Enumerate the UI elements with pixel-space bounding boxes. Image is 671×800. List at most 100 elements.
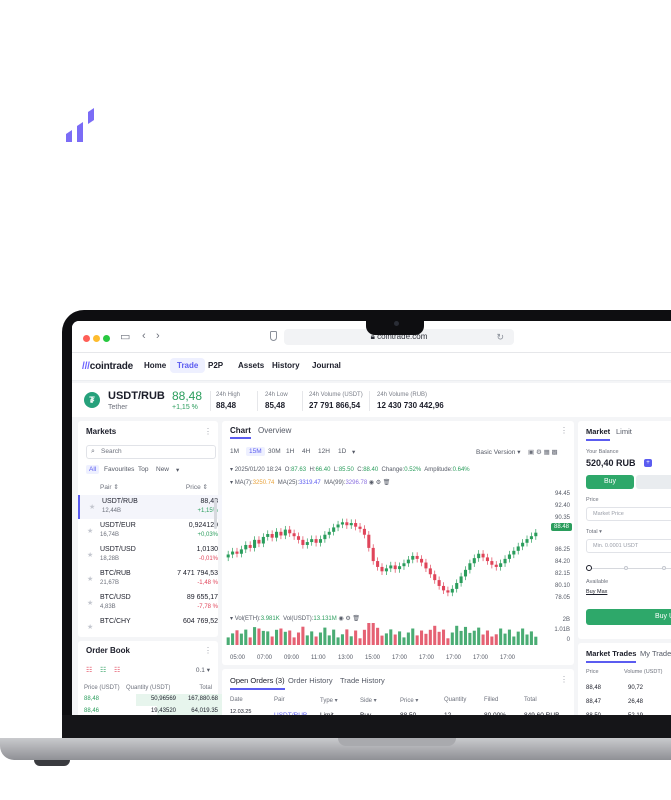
price-input[interactable]: Market Price [586,507,671,521]
candle[interactable] [235,551,239,554]
precision-select[interactable]: 0.1 ▾ [196,666,210,674]
candle[interactable] [503,558,507,564]
orders-col[interactable]: Price ▾ [400,697,418,704]
privacy-shield-icon[interactable] [270,331,277,341]
candle[interactable] [248,544,252,548]
market-row[interactable]: ★ BTC/RUB 21,67B 7 471 794,53 -1,48 % [78,567,224,591]
maximize-window-button[interactable] [103,335,110,342]
candle[interactable] [288,529,292,534]
sidebar-toggle-icon[interactable]: ▭ [120,330,130,343]
orders-col[interactable]: Quantity [444,697,466,703]
timeframe-1H[interactable]: 1H [286,448,294,455]
timeframe-30M[interactable]: 30M [268,448,281,455]
buy-max-link[interactable]: Buy Max [586,589,607,595]
timeframe-1D[interactable]: 1D [338,448,346,455]
orders-col[interactable]: Side ▾ [360,697,377,704]
candle[interactable] [455,583,459,589]
candle[interactable] [231,551,235,555]
col-price[interactable]: Price ⇕ [186,483,208,491]
tab-trade-history[interactable]: Trade History [340,676,385,685]
candle[interactable] [274,531,279,538]
candle[interactable] [376,561,380,567]
candle[interactable] [415,555,419,559]
chevron-down-icon[interactable]: ▾ [176,466,179,474]
volume-chart[interactable] [226,623,538,645]
candle[interactable] [433,574,437,581]
candle[interactable] [393,565,397,570]
book-bids-icon[interactable]: ☷ [100,666,106,674]
market-row[interactable]: ★ USDT/EUR 16,74B 0,924129 +0,03% [78,519,224,543]
candle[interactable] [525,539,529,543]
candle[interactable] [349,523,353,526]
candle[interactable] [301,539,305,545]
candle[interactable] [253,539,257,548]
candle[interactable] [463,569,468,577]
nav-assets[interactable]: Assets [238,361,264,370]
candle[interactable] [477,553,481,559]
candle[interactable] [257,539,261,544]
eye-icon[interactable]: ◉ ⚙ 🗑︎ [338,616,360,622]
candle[interactable] [398,566,402,570]
tab-market-trades[interactable]: Market Trades [586,649,637,663]
book-both-icon[interactable]: ☷ [86,666,92,674]
candle[interactable] [244,544,248,550]
star-icon[interactable]: ★ [89,503,95,511]
candle[interactable] [266,534,270,537]
nav-journal[interactable]: Journal [312,361,341,370]
candle[interactable] [323,534,327,540]
candle[interactable] [310,539,314,543]
star-icon[interactable]: ★ [87,575,93,583]
filter-top[interactable]: Top [138,466,148,473]
timeframe-15M[interactable]: 15M [246,447,265,456]
scrollbar[interactable] [214,499,217,529]
candle[interactable] [459,576,463,584]
candle[interactable] [283,529,287,536]
candle[interactable] [406,559,410,564]
close-window-button[interactable] [83,335,90,342]
candle[interactable] [261,536,265,544]
reload-icon[interactable]: ↻ [496,329,504,345]
back-arrow-icon[interactable]: ‹ [142,330,146,342]
tab-open-orders[interactable]: Open Orders (3) [230,676,285,690]
buy-side-button[interactable]: Buy [586,475,634,489]
forward-arrow-icon[interactable]: › [156,330,160,342]
star-icon[interactable]: ★ [87,599,93,607]
version-select[interactable]: Basic Version ▾ [476,448,520,456]
candle[interactable] [371,547,375,562]
brand-logo[interactable]: ///cointrade [82,361,133,372]
slider-mark[interactable] [662,566,666,570]
total-input[interactable]: Min. 0.0001 USDT [586,539,671,553]
candle[interactable] [389,565,393,569]
candle[interactable] [332,527,336,532]
orders-col[interactable]: Filled [484,697,498,703]
ticker-pair[interactable]: USDT/RUB [108,390,165,402]
candle[interactable] [472,558,476,564]
candle[interactable] [380,566,384,572]
candle[interactable] [384,568,388,572]
market-row[interactable]: ★ BTC/USD 4,83B 89 655,17 -7,78 % [78,591,224,615]
candle[interactable] [358,526,362,529]
more-icon[interactable]: ⋮ [204,646,212,655]
candlestick-chart[interactable] [226,489,538,609]
candle[interactable] [314,539,318,543]
candle[interactable] [446,590,450,593]
market-row[interactable]: ★ USDT/RUB 12,44B 88,48 +1,15% [78,495,224,519]
total-label[interactable]: Total ▾ [586,529,602,535]
more-icon[interactable]: ⋮ [560,675,568,684]
market-row[interactable]: ★ USDT/USD 18,28B 1,0130 -0,01% [78,543,224,567]
book-asks-icon[interactable]: ☷ [114,666,120,674]
nav-p2p[interactable]: P2P [208,361,223,370]
add-funds-icon[interactable]: + [644,459,652,467]
tab-chart[interactable]: Chart [230,426,251,439]
eye-icon[interactable]: ◉ ⚙ 🗑︎ [369,480,391,486]
candle[interactable] [305,542,309,545]
orders-col[interactable]: Type ▾ [320,697,338,704]
candle[interactable] [226,554,230,558]
star-icon[interactable]: ★ [87,551,93,559]
candle[interactable] [494,564,498,567]
candle[interactable] [424,562,428,569]
candle[interactable] [481,553,485,558]
candle[interactable] [279,531,283,536]
nav-home[interactable]: Home [144,361,166,370]
chart-settings-icons[interactable]: ▣ ⚙ ▦ ▩ [528,448,558,456]
